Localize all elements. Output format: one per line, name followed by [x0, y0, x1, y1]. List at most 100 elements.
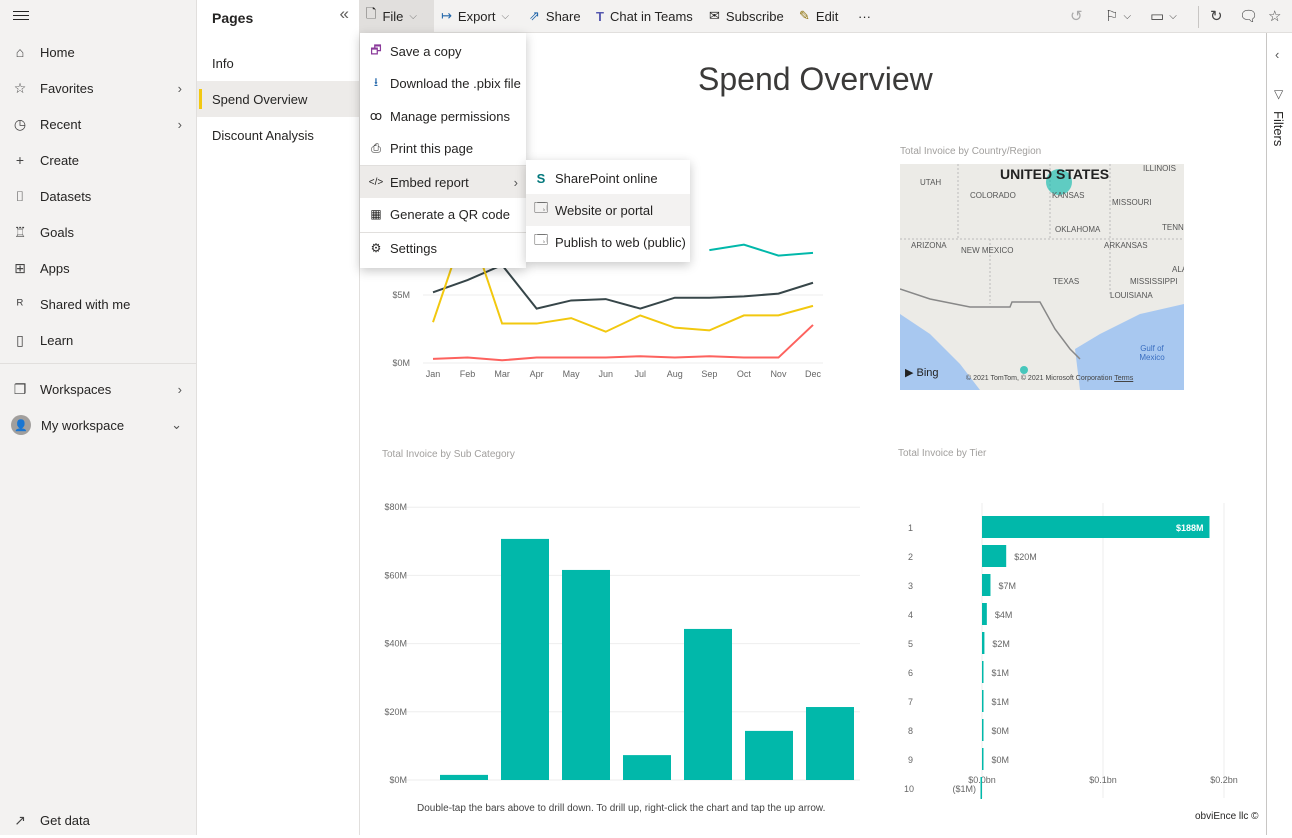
submenu-item-publish-web[interactable]: 🗔 Publish to web (public): [526, 226, 690, 258]
x-tick-label: Mar: [494, 369, 510, 379]
data-label: $2M: [992, 639, 1010, 649]
data-label: ($1M): [952, 784, 976, 794]
drill-instructions: Double-tap the bars above to drill down.…: [417, 803, 826, 814]
trophy-icon: ♖: [13, 223, 27, 240]
bar: [501, 538, 549, 780]
clock-icon: ◷: [13, 115, 27, 132]
embed-window-icon: 🗔: [533, 232, 549, 247]
map-label: ARIZONA: [911, 241, 947, 250]
map-visual[interactable]: UNITED STATES UTAH COLORADO KANSAS ILLIN…: [900, 164, 1184, 390]
menu-item-download-pbix[interactable]: ⭳ Download the .pbix file: [360, 67, 526, 99]
x-tick-label: Sep: [701, 369, 717, 379]
pages-title: Pages: [212, 10, 254, 26]
page-tab-discount-analysis[interactable]: Discount Analysis: [197, 117, 359, 153]
filters-label: Filters: [1271, 111, 1286, 147]
settings-icon: ⚙: [370, 241, 382, 255]
export-button[interactable]: ↦ Export ⌵: [435, 0, 515, 32]
menu-item-print[interactable]: ⎙ Print this page: [360, 132, 526, 164]
submenu-item-website-portal[interactable]: 🗔 Website or portal: [526, 194, 690, 226]
y-tick-label: $0M: [392, 358, 410, 368]
nav-item-my-workspace[interactable]: 👤 My workspace ⌄: [0, 407, 196, 443]
edit-button[interactable]: ✎ Edit: [793, 0, 844, 32]
nav-item-shared[interactable]: ᴿ Shared with me: [0, 286, 196, 322]
nav-item-learn[interactable]: ▯ Learn: [0, 322, 196, 358]
y-tick-label: $60M: [384, 570, 407, 580]
subscribe-button[interactable]: ✉ Subscribe: [703, 0, 790, 32]
nav-item-goals[interactable]: ♖ Goals: [0, 214, 196, 250]
hamburger-menu-icon[interactable]: [13, 8, 29, 22]
save-copy-icon: 🗗: [370, 42, 382, 57]
bar: [980, 777, 982, 799]
nav-item-get-data[interactable]: ↗ Get data: [0, 802, 196, 838]
y-tick-label: 1: [908, 523, 913, 533]
bar: [982, 661, 984, 683]
map-label: KANSAS: [1052, 191, 1085, 200]
bar: [982, 748, 984, 770]
download-icon: ⭳: [373, 74, 379, 89]
bar: [806, 707, 854, 780]
nav-item-workspaces[interactable]: ❐ Workspaces ›: [0, 371, 196, 407]
share-button[interactable]: ⇗ Share: [523, 0, 587, 32]
y-tick-label: $0M: [389, 775, 407, 785]
refresh-icon[interactable]: ↻: [1210, 0, 1223, 32]
bar: [623, 755, 671, 780]
mail-icon: ✉: [709, 8, 720, 23]
left-nav: ⌂ Home ☆ Favorites › ◷ Recent › + Create ⌷ Data…: [0, 0, 197, 835]
comment-icon[interactable]: 🗨: [1239, 0, 1258, 32]
filters-pane[interactable]: ‹ ▽ Filters: [1266, 33, 1292, 835]
y-tick-label: $5M: [392, 290, 410, 300]
nav-item-apps[interactable]: ⊞ Apps: [0, 250, 196, 286]
nav-item-home[interactable]: ⌂ Home: [0, 34, 196, 70]
more-options-button[interactable]: ···: [852, 0, 877, 32]
x-tick-label: May: [563, 369, 581, 379]
terms-link[interactable]: Terms: [1114, 375, 1133, 382]
map-title: Total Invoice by Country/Region: [900, 146, 1042, 157]
map-label: ILLINOIS: [1143, 164, 1176, 173]
data-label: $1M: [992, 668, 1010, 678]
x-tick-label: Jul: [635, 369, 647, 379]
apps-icon: ⊞: [14, 259, 26, 276]
menu-item-save-copy[interactable]: 🗗 Save a copy: [360, 35, 526, 67]
map-label: MISSISSIPPI: [1130, 277, 1178, 286]
undo-icon[interactable]: ↺: [1070, 0, 1083, 32]
bookmark-icon[interactable]: ⚐ ⌵: [1105, 0, 1131, 32]
page-tab-info[interactable]: Info: [197, 45, 359, 81]
data-label: $188M: [1176, 523, 1204, 533]
tier-bar-chart[interactable]: $0.0bn$0.1bn$0.2bn1$188M2$20M3$7M4$4M5$2…: [890, 473, 1260, 803]
column-chart-title: Total Invoice by Sub Category: [382, 449, 515, 460]
y-tick-label: 6: [908, 668, 913, 678]
map-label: OKLAHOMA: [1055, 225, 1101, 234]
x-tick-label: Nov: [770, 369, 787, 379]
y-tick-label: 3: [908, 581, 913, 591]
nav-item-create[interactable]: + Create: [0, 142, 196, 178]
x-tick-label: Aug: [667, 369, 683, 379]
expand-filters-icon[interactable]: ‹: [1275, 47, 1279, 62]
chevron-right-icon: ›: [177, 80, 182, 96]
collapse-pages-icon[interactable]: «: [340, 4, 349, 24]
menu-item-embed-report[interactable]: </> Embed report ›: [360, 166, 526, 198]
column-chart[interactable]: $0M$20M$40M$60M$80MContracting& Services…: [360, 463, 860, 793]
map-label: LOUISIANA: [1110, 291, 1153, 300]
y-tick-label: 7: [908, 697, 913, 707]
menu-item-manage-permissions[interactable]: ꝏ Manage permissions: [360, 100, 526, 132]
filter-icon: ▽: [1274, 87, 1284, 101]
print-icon: ⎙: [371, 140, 381, 155]
qr-code-icon: ▦: [370, 207, 382, 221]
favorite-star-icon[interactable]: ☆: [1268, 0, 1281, 32]
submenu-item-sharepoint[interactable]: S SharePoint online: [526, 162, 690, 194]
view-icon[interactable]: ▭ ⌵: [1150, 0, 1177, 32]
menu-item-settings[interactable]: ⚙ Settings: [360, 232, 526, 264]
y-tick-label: 10: [904, 784, 914, 794]
x-tick-label: Apr: [530, 369, 544, 379]
menu-item-qr-code[interactable]: ▦ Generate a QR code: [360, 198, 526, 230]
nav-item-favorites[interactable]: ☆ Favorites ›: [0, 70, 196, 106]
toolbar: 🗋 File ⌵ ↦ Export ⌵ ⇗ Share T Chat in Teams ✉ S…: [360, 0, 1292, 33]
share-icon: ⇗: [529, 8, 540, 23]
chat-in-teams-button[interactable]: T Chat in Teams: [590, 0, 699, 32]
nav-item-recent[interactable]: ◷ Recent ›: [0, 106, 196, 142]
file-button[interactable]: 🗋 File ⌵: [360, 0, 434, 32]
shared-icon: ᴿ: [16, 296, 24, 312]
nav-item-datasets[interactable]: ⌷ Datasets: [0, 178, 196, 214]
page-tab-spend-overview[interactable]: Spend Overview: [197, 81, 359, 117]
bar: [684, 628, 732, 780]
